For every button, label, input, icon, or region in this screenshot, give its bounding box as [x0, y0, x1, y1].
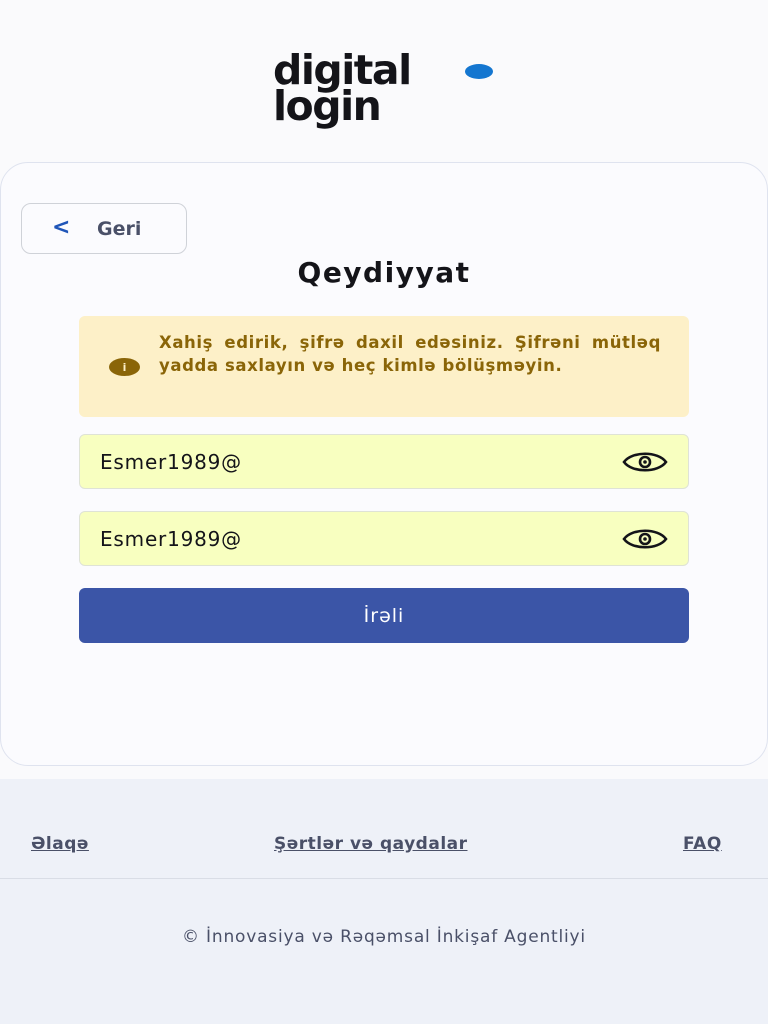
footer-links: Əlaqə Şərtlər və qaydalar FAQ	[0, 779, 768, 879]
alert-text: Xahiş edirik, şifrə daxil edəsiniz. Şifr…	[159, 333, 661, 375]
password-confirm-field	[79, 511, 689, 566]
back-button-label: Geri	[97, 218, 142, 240]
password-confirm-input[interactable]	[80, 512, 688, 565]
password-warning-alert: i Xahiş edirik, şifrə daxil edəsiniz. Şi…	[79, 316, 689, 417]
digital-login-logo: digital login	[273, 50, 503, 134]
info-icon: i	[109, 358, 140, 376]
password-field	[79, 434, 689, 489]
contact-link[interactable]: Əlaqə	[31, 834, 89, 854]
chevron-left-icon: <	[52, 215, 71, 240]
logo-dot	[465, 64, 493, 79]
back-button[interactable]: < Geri	[21, 203, 187, 254]
page-title: Qeydiyyat	[297, 256, 471, 289]
next-button[interactable]: İrəli	[79, 588, 689, 643]
eye-icon[interactable]	[622, 449, 668, 475]
password-input[interactable]	[80, 435, 688, 488]
footer: Əlaqə Şərtlər və qaydalar FAQ © İnnovasi…	[0, 779, 768, 1024]
registration-page: digital login < Geri Qeydiyyat i Xahiş e…	[0, 0, 768, 1024]
eye-icon[interactable]	[622, 526, 668, 552]
logo-line-login: login	[273, 82, 382, 130]
faq-link[interactable]: FAQ	[683, 834, 722, 854]
terms-link[interactable]: Şərtlər və qaydalar	[274, 834, 468, 854]
copyright-text: © İnnovasiya və Rəqəmsal İnkişaf Agentli…	[182, 927, 586, 947]
